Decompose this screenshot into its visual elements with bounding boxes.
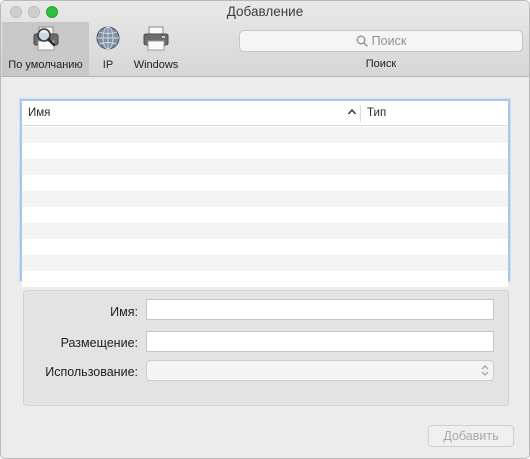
column-type-header[interactable]: Тип	[367, 107, 386, 119]
globe-icon	[92, 24, 124, 54]
location-label: Размещение:	[60, 336, 138, 350]
search-field[interactable]: Поиск	[239, 30, 523, 52]
table-row	[22, 271, 508, 287]
table-row	[22, 223, 508, 239]
printer-details-panel: Имя: Размещение: Использование:	[23, 290, 509, 406]
column-divider[interactable]	[360, 105, 361, 122]
search-placeholder-wrap: Поиск	[240, 34, 522, 48]
name-field[interactable]	[146, 299, 494, 320]
search-placeholder: Поиск	[371, 34, 407, 48]
usage-label: Использование:	[45, 365, 138, 379]
table-header: Имя Тип	[22, 101, 508, 126]
location-field[interactable]	[146, 331, 494, 352]
tab-ip-label: IP	[102, 59, 114, 71]
sort-ascending-icon	[346, 106, 358, 118]
name-label: Имя:	[110, 305, 138, 319]
search-caption: Поиск	[365, 58, 397, 70]
usage-popup[interactable]	[146, 360, 494, 381]
window-title: Добавление	[226, 4, 304, 19]
table-row	[22, 159, 508, 175]
table-row	[22, 207, 508, 223]
table-rows	[22, 127, 508, 287]
tab-default-label: По умолчанию	[8, 59, 83, 71]
tab-windows[interactable]: Windows	[129, 22, 183, 76]
table-row	[22, 239, 508, 255]
tab-ip[interactable]: IP	[91, 22, 125, 76]
tab-default[interactable]: По умолчанию	[2, 22, 89, 76]
printer-icon	[140, 24, 172, 54]
magnifier-icon	[356, 35, 368, 47]
table-row	[22, 127, 508, 143]
table-row	[22, 175, 508, 191]
table-row	[22, 255, 508, 271]
tab-windows-label: Windows	[133, 59, 179, 71]
toolbar: Добавление По умолчанию IP Windows Поиск…	[1, 1, 529, 77]
add-button[interactable]: Добавить	[428, 425, 514, 447]
table-row	[22, 191, 508, 207]
add-printer-window: Добавление По умолчанию IP Windows Поиск…	[0, 0, 530, 459]
printer-magnifier-icon	[30, 24, 62, 54]
table-row	[22, 143, 508, 159]
up-down-chevron-icon	[481, 364, 489, 377]
column-name-header[interactable]: Имя	[28, 107, 50, 119]
printer-table[interactable]: Имя Тип	[20, 99, 510, 287]
